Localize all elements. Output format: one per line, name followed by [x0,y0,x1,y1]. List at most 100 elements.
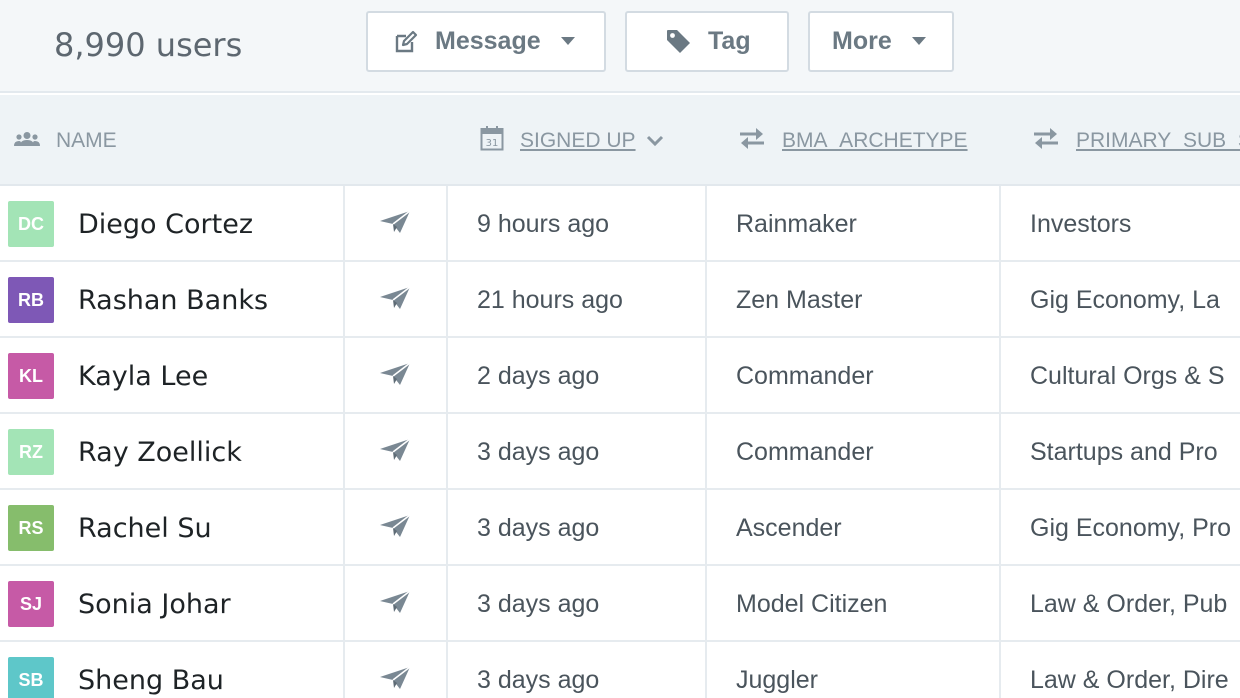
column-divider [343,566,345,642]
signed-up-time: 3 days ago [477,589,600,618]
column-divider [705,566,707,642]
column-divider [705,186,707,262]
primary-sub-value: Gig Economy, Pro [1030,513,1232,542]
send-message-button[interactable] [378,490,412,566]
swap-arrows-icon [738,126,766,156]
column-divider [999,414,1001,490]
column-divider [446,262,448,338]
user-count: 8,990 users [54,26,243,64]
column-header-primary-sub-label: PRIMARY_SUB_S [1076,128,1240,152]
column-divider [343,642,345,698]
column-header-bma-archetype-label: BMA_ARCHETYPE [782,128,968,152]
svg-text:31: 31 [486,138,499,149]
column-divider [705,338,707,414]
table-row[interactable]: RZ Ray Zoellick 3 days ago Commander Sta… [0,414,1240,490]
avatar[interactable]: SJ [8,581,54,627]
bma-archetype-value: Rainmaker [736,209,857,238]
bma-archetype-value: Zen Master [736,285,863,314]
column-divider [999,338,1001,414]
paper-plane-icon [378,513,412,544]
send-message-button[interactable] [378,262,412,338]
column-divider [999,262,1001,338]
table-row[interactable]: KL Kayla Lee 2 days ago Commander Cultur… [0,338,1240,414]
table-row[interactable]: DC Diego Cortez 9 hours ago Rainmaker In… [0,186,1240,262]
user-name[interactable]: Sonia Johar [78,566,231,642]
primary-sub-value: Law & Order, Dire [1030,665,1229,694]
table-row[interactable]: RB Rashan Banks 21 hours ago Zen Master … [0,262,1240,338]
avatar[interactable]: RB [8,277,54,323]
message-button-label: Message [435,27,541,55]
user-name[interactable]: Rashan Banks [78,262,268,338]
signed-up-time: 3 days ago [477,437,600,466]
caret-down-icon [560,37,575,46]
table-row[interactable]: SB Sheng Bau 3 days ago Juggler Law & Or… [0,642,1240,698]
user-name[interactable]: Sheng Bau [78,642,224,698]
bma-archetype-value: Commander [736,361,874,390]
bma-archetype-value: Ascender [736,513,842,542]
user-name[interactable]: Ray Zoellick [78,414,242,490]
signed-up-time: 3 days ago [477,665,600,694]
column-divider [446,490,448,566]
column-divider [343,338,345,414]
column-divider [343,262,345,338]
column-divider [343,186,345,262]
column-divider [446,566,448,642]
toolbar: 8,990 users Message Tag More [0,0,1240,93]
bma-archetype-value: Juggler [736,665,818,694]
table-row[interactable]: RS Rachel Su 3 days ago Ascender Gig Eco… [0,490,1240,566]
send-message-button[interactable] [378,642,412,698]
primary-sub-value: Gig Economy, La [1030,285,1220,314]
primary-sub-value: Investors [1030,209,1132,238]
send-message-button[interactable] [378,566,412,642]
more-button-label: More [832,27,892,55]
column-header-primary-sub[interactable]: PRIMARY_SUB_S [1032,95,1240,186]
user-name[interactable]: Diego Cortez [78,186,253,262]
tag-icon [665,28,692,55]
column-divider [446,414,448,490]
avatar[interactable]: RZ [8,429,54,475]
column-divider [705,642,707,698]
signed-up-time: 3 days ago [477,513,600,542]
primary-sub-value: Law & Order, Pub [1030,589,1228,618]
column-divider [999,642,1001,698]
more-button[interactable]: More [808,11,954,72]
column-divider [446,186,448,262]
bma-archetype-value: Commander [736,437,874,466]
column-header-name[interactable]: NAME [14,95,117,186]
table-row[interactable]: SJ Sonia Johar 3 days ago Model Citizen … [0,566,1240,642]
swap-arrows-icon [1032,126,1060,156]
user-name[interactable]: Kayla Lee [78,338,208,414]
column-divider [343,490,345,566]
send-message-button[interactable] [378,414,412,490]
message-button[interactable]: Message [366,11,606,72]
send-message-button[interactable] [378,338,412,414]
paper-plane-icon [378,665,412,696]
column-divider [705,490,707,566]
primary-sub-value: Cultural Orgs & S [1030,361,1225,390]
column-header-bma-archetype[interactable]: BMA_ARCHETYPE [738,95,968,186]
paper-plane-icon [378,209,412,240]
calendar-icon: 31 [480,125,504,157]
tag-button[interactable]: Tag [625,11,789,72]
signed-up-time: 9 hours ago [477,209,610,238]
avatar[interactable]: RS [8,505,54,551]
avatar[interactable]: KL [8,353,54,399]
column-header-signed-up-label: SIGNED UP [520,128,636,152]
column-divider [705,262,707,338]
user-name[interactable]: Rachel Su [78,490,212,566]
signed-up-time: 21 hours ago [477,285,623,314]
chevron-down-icon [646,129,664,153]
send-message-button[interactable] [378,186,412,262]
column-divider [999,186,1001,262]
tag-button-label: Tag [708,27,751,55]
avatar[interactable]: SB [8,657,54,698]
column-divider [999,566,1001,642]
column-divider [446,338,448,414]
paper-plane-icon [378,589,412,620]
column-header-signed-up[interactable]: 31 SIGNED UP [480,95,664,186]
column-divider [343,414,345,490]
paper-plane-icon [378,285,412,316]
avatar[interactable]: DC [8,201,54,247]
table-header: NAME 31 SIGNED UP BMA_ARCHETYPE PRIMARY_… [0,95,1240,186]
paper-plane-icon [378,437,412,468]
